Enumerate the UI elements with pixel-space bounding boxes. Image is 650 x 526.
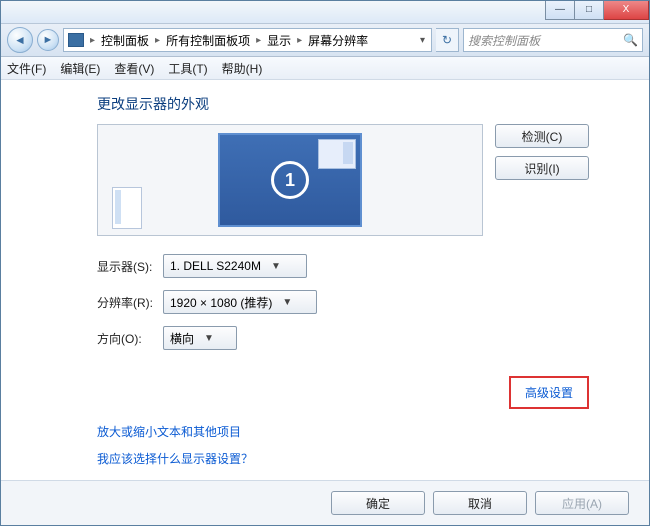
maximize-button[interactable]: □ (575, 1, 604, 20)
cancel-button[interactable]: 取消 (433, 491, 527, 515)
row-resolution: 分辨率(R): 1920 × 1080 (推荐) ▼ (97, 290, 589, 314)
identify-button[interactable]: 识别(I) (495, 156, 589, 180)
refresh-button[interactable]: ↻ (436, 28, 459, 52)
monitor-preview[interactable]: 1 (97, 124, 483, 236)
ok-button[interactable]: 确定 (331, 491, 425, 515)
address-bar[interactable]: ▸ 控制面板 ▸ 所有控制面板项 ▸ 显示 ▸ 屏幕分辨率 ▾ (63, 28, 432, 52)
breadcrumb-resolution[interactable]: 屏幕分辨率 (308, 32, 368, 49)
chevron-down-icon: ▼ (282, 297, 292, 308)
chevron-right-icon: ▸ (295, 35, 304, 46)
control-panel-icon (68, 33, 84, 47)
content-area: 更改显示器的外观 1 检测(C) 识别(I) 显示器(S): 1. DELL S… (1, 80, 649, 480)
nav-forward-button[interactable]: ► (37, 29, 59, 51)
resolution-select-value: 1920 × 1080 (推荐) (170, 294, 272, 311)
address-dropdown-icon[interactable]: ▾ (418, 35, 427, 46)
breadcrumb-all[interactable]: 所有控制面板项 (166, 32, 250, 49)
row-orientation: 方向(O): 横向 ▼ (97, 326, 589, 350)
page-title: 更改显示器的外观 (97, 94, 589, 114)
orientation-select-value: 横向 (170, 330, 194, 347)
window-buttons: — □ X (545, 1, 649, 23)
apply-button[interactable]: 应用(A) (535, 491, 629, 515)
preview-row: 1 检测(C) 识别(I) (97, 124, 589, 236)
advanced-highlight: 高级设置 (509, 376, 589, 409)
minimize-button[interactable]: — (545, 1, 575, 20)
menubar: 文件(F) 编辑(E) 查看(V) 工具(T) 帮助(H) (1, 57, 649, 80)
which-settings-link[interactable]: 我应该选择什么显示器设置？ (97, 450, 589, 467)
detect-button[interactable]: 检测(C) (495, 124, 589, 148)
preview-side-buttons: 检测(C) 识别(I) (495, 124, 589, 180)
row-display: 显示器(S): 1. DELL S2240M ▼ (97, 254, 589, 278)
advanced-wrap: 高级设置 (97, 376, 589, 409)
chevron-right-icon: ▸ (153, 35, 162, 46)
chevron-right-icon: ▸ (254, 35, 263, 46)
resolution-select[interactable]: 1920 × 1080 (推荐) ▼ (163, 290, 317, 314)
navbar: ◄ ► ▸ 控制面板 ▸ 所有控制面板项 ▸ 显示 ▸ 屏幕分辨率 ▾ ↻ 搜索… (1, 24, 649, 57)
search-icon: 🔍 (623, 33, 638, 47)
label-display: 显示器(S): (97, 258, 163, 275)
search-placeholder: 搜索控制面板 (468, 32, 540, 49)
menu-file[interactable]: 文件(F) (7, 60, 46, 77)
label-orientation: 方向(O): (97, 330, 163, 347)
nav-back-button[interactable]: ◄ (7, 27, 33, 53)
text-size-link[interactable]: 放大或缩小文本和其他项目 (97, 423, 589, 440)
chevron-down-icon: ▼ (204, 333, 214, 344)
monitor-number: 1 (271, 161, 309, 199)
menu-edit[interactable]: 编辑(E) (60, 60, 100, 77)
titlebar: — □ X (1, 1, 649, 24)
menu-help[interactable]: 帮助(H) (222, 60, 263, 77)
advanced-settings-link[interactable]: 高级设置 (525, 386, 573, 400)
menu-view[interactable]: 查看(V) (114, 60, 154, 77)
display-select[interactable]: 1. DELL S2240M ▼ (163, 254, 307, 278)
chevron-down-icon: ▼ (271, 261, 281, 272)
monitor-1-icon[interactable]: 1 (218, 133, 362, 227)
secondary-panel-icon (112, 187, 142, 229)
orientation-select[interactable]: 横向 ▼ (163, 326, 237, 350)
desktop-thumb-icon (318, 139, 356, 169)
breadcrumb-root[interactable]: 控制面板 (101, 32, 149, 49)
settings-form: 显示器(S): 1. DELL S2240M ▼ 分辨率(R): 1920 × … (97, 254, 589, 350)
search-input[interactable]: 搜索控制面板 🔍 (463, 28, 643, 52)
window: — □ X ◄ ► ▸ 控制面板 ▸ 所有控制面板项 ▸ 显示 ▸ 屏幕分辨率 … (0, 0, 650, 526)
label-resolution: 分辨率(R): (97, 294, 163, 311)
help-links: 放大或缩小文本和其他项目 我应该选择什么显示器设置？ (97, 423, 589, 467)
breadcrumb-display[interactable]: 显示 (267, 32, 291, 49)
chevron-right-icon: ▸ (88, 35, 97, 46)
footer: 确定 取消 应用(A) (1, 480, 649, 525)
display-select-value: 1. DELL S2240M (170, 259, 261, 273)
close-button[interactable]: X (604, 1, 649, 20)
menu-tools[interactable]: 工具(T) (168, 60, 207, 77)
